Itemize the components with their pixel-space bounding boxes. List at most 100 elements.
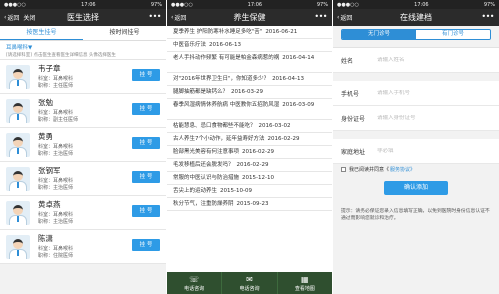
- nav-bar: ‹ 返回 在线建档 •••: [333, 9, 499, 26]
- doctor-row[interactable]: 黄勇 科室：耳鼻喉科 职称：主治医师 挂 号: [0, 128, 166, 162]
- news-date: 2016-02-29: [267, 136, 300, 142]
- more-icon[interactable]: •••: [481, 12, 494, 21]
- register-button[interactable]: 挂 号: [132, 205, 160, 217]
- doctor-row[interactable]: 张钢军 科室：耳鼻喉科 职称：主治医师 挂 号: [0, 162, 166, 196]
- tab-label: 电话咨询: [184, 285, 205, 292]
- status-bar: ●●●○○ 17:06 97%: [333, 0, 499, 9]
- register-button[interactable]: 挂 号: [132, 137, 160, 149]
- field-label: 身份证号: [341, 115, 366, 123]
- department-filter[interactable]: 耳鼻喉科▼: [0, 41, 166, 52]
- record-form: 姓名 手机号 身份证号 家庭地址: [333, 47, 499, 164]
- news-title: 夏季养生 护阳防寒补水睡足多吃"苦": [173, 29, 263, 35]
- news-item[interactable]: 春季风湿病情休养航病 中医教你五招防风湿 2016-03-09: [167, 99, 332, 120]
- status-time: 17:06: [414, 1, 429, 8]
- back-button[interactable]: ‹ 返回: [4, 13, 19, 22]
- news-title: 常服的中医认识与防治措施: [173, 175, 240, 181]
- news-item[interactable]: 对"2016年世界卫生日"，你知道多少？ 2016-04-13: [167, 73, 332, 86]
- agree-checkbox[interactable]: [341, 167, 346, 172]
- news-date: 2015-12-10: [242, 175, 274, 181]
- agree-prefix: 我已阅读并同意《: [349, 167, 390, 173]
- page-title: 在线建档: [400, 13, 432, 22]
- online-record-screen: ●●●○○ 17:06 97% ‹ 返回 在线建档 ••• 无门诊号 有门诊号 姓…: [333, 0, 499, 294]
- back-label: 返回: [340, 15, 353, 22]
- id-card-input[interactable]: [377, 115, 491, 121]
- news-title: 脸部黑光美容有何注意事项: [173, 149, 240, 155]
- status-time: 17:06: [81, 1, 96, 8]
- news-date: 2016-02-29: [242, 149, 274, 155]
- envelope-icon: ✉: [246, 274, 253, 284]
- news-date: 2016-06-13: [209, 42, 241, 48]
- news-date: 2016-06-21: [265, 29, 298, 35]
- doctor-avatar: [6, 166, 30, 191]
- news-date: 2016-03-02: [258, 123, 291, 129]
- page-title: 养生保健: [233, 13, 266, 22]
- tab-bar: 按医生挂号 按时间挂号: [0, 26, 166, 41]
- tab-no-outpatient-number[interactable]: 无门诊号: [342, 30, 416, 39]
- news-item[interactable]: 秋分节气，注重防燥养阴 2015-09-23: [167, 198, 332, 211]
- news-title: 舌尖上的运动养生: [173, 188, 218, 194]
- doctor-avatar: [6, 200, 30, 225]
- address-input[interactable]: [377, 148, 491, 154]
- news-item[interactable]: 腿脚抽筋都是缺钙么？ 2016-03-29: [167, 86, 332, 99]
- news-item[interactable]: 老人手抖动作频繁 有可能是帕金森病惹的祸 2016-04-14: [167, 52, 332, 73]
- register-button[interactable]: 挂 号: [132, 239, 160, 251]
- doctor-row[interactable]: 黄卓燕 科室：耳鼻喉科 职称：主治医师 挂 号: [0, 196, 166, 230]
- signal-indicator: ●●●○○: [4, 1, 26, 8]
- name-input[interactable]: [377, 57, 491, 63]
- bottom-tab-bar: ☏ 电话咨询 ✉ 电话咨询 ▦ 查看地图: [167, 272, 332, 294]
- address-row: 家庭地址: [333, 139, 499, 164]
- tab-phone-consult[interactable]: ☏ 电话咨询: [167, 272, 223, 294]
- doctor-title: 职称：主治医师: [38, 219, 74, 225]
- tab-message-consult[interactable]: ✉ 电话咨询: [222, 272, 278, 294]
- news-item[interactable]: 枯能慧息、忌口食物都些不能吃？ 2016-03-02: [167, 120, 332, 133]
- news-item[interactable]: 毛发移植后还会脱发吗？ 2016-02-29: [167, 159, 332, 172]
- phone-row: 手机号: [333, 81, 499, 106]
- news-date: 2015-10-09: [220, 188, 252, 194]
- close-button[interactable]: 关闭: [23, 13, 35, 22]
- news-title: 古人养生7个小动作，延年益寿好方法: [173, 136, 265, 142]
- news-title: 枯能慧息、忌口食物都些不能吃？: [173, 123, 256, 129]
- agreement-row: 我已阅读并同意《 服务协议》: [333, 164, 499, 175]
- tip-note: 提示：请务必保证您录入信息填写正确，以免到医院时身份信息认证不通过而影响您就诊和…: [341, 209, 490, 221]
- phone-input[interactable]: [377, 90, 491, 96]
- signal-indicator: ●●●○○: [171, 1, 193, 8]
- field-label: 姓名: [341, 57, 354, 65]
- doctor-row[interactable]: 韦子章 科室：耳鼻喉科 职称：主任医师 挂 号: [0, 60, 166, 94]
- more-icon[interactable]: •••: [314, 12, 327, 21]
- health-news-screen: ●●●○○ 17:06 97% ‹ 返回 养生保健 ••• 夏季养生 护阳防寒补水…: [167, 0, 332, 294]
- register-button[interactable]: 挂 号: [132, 103, 160, 115]
- news-item[interactable]: 中医音乐疗法 2016-06-13: [167, 39, 332, 52]
- news-item[interactable]: 脸部黑光美容有何注意事项 2016-02-29: [167, 146, 332, 159]
- battery-level: 97%: [316, 1, 328, 8]
- doctor-avatar: [6, 234, 30, 259]
- doctor-select-screen: ●●●○○ 17:06 97% ‹ 返回 关闭 医生选择 ••• 按医生挂号 按时…: [0, 0, 166, 294]
- service-agreement-link[interactable]: 服务协议》: [390, 166, 415, 173]
- back-button[interactable]: ‹ 返回: [171, 13, 186, 22]
- segment-control: 无门诊号 有门诊号: [333, 26, 499, 43]
- news-item[interactable]: 常服的中医认识与防治措施 2015-12-10: [167, 172, 332, 185]
- news-item[interactable]: 舌尖上的运动养生 2015-10-09: [167, 185, 332, 198]
- filter-hint: [请选择科室] 点击医生查看医生详细信息 头像选择医生: [0, 52, 166, 60]
- news-item[interactable]: 古人养生7个小动作，延年益寿好方法 2016-02-29: [167, 133, 332, 146]
- doctor-row[interactable]: 张勉 科室：耳鼻喉科 职称：副主任医师 挂 号: [0, 94, 166, 128]
- back-label: 返回: [174, 15, 187, 22]
- tab-label: 电话咨询: [239, 285, 260, 292]
- tab-by-time[interactable]: 按时间挂号: [83, 26, 166, 40]
- map-icon: ▦: [301, 274, 309, 284]
- register-button[interactable]: 挂 号: [132, 69, 160, 81]
- chevron-left-icon: ‹: [171, 14, 174, 21]
- more-icon[interactable]: •••: [148, 12, 161, 21]
- tab-by-doctor[interactable]: 按医生挂号: [0, 26, 83, 40]
- news-title: 春季风湿病情休养航病 中医教你五招防风湿: [173, 102, 280, 108]
- news-title: 对"2016年世界卫生日"，你知道多少？: [173, 76, 270, 82]
- confirm-add-button[interactable]: 确认添加: [384, 181, 448, 195]
- doctor-row[interactable]: 陈潇 科室：耳鼻喉科 职称：住院医师 挂 号: [0, 230, 166, 264]
- news-item[interactable]: 夏季养生 护阳防寒补水睡足多吃"苦" 2016-06-21: [167, 26, 332, 39]
- doctor-avatar: [6, 98, 30, 123]
- status-time: 17:06: [247, 1, 263, 8]
- register-button[interactable]: 挂 号: [132, 171, 160, 183]
- tab-has-outpatient-number[interactable]: 有门诊号: [416, 30, 490, 39]
- back-button[interactable]: ‹ 返回: [337, 13, 352, 22]
- doctor-avatar: [6, 132, 30, 157]
- tab-view-map[interactable]: ▦ 查看地图: [278, 272, 332, 294]
